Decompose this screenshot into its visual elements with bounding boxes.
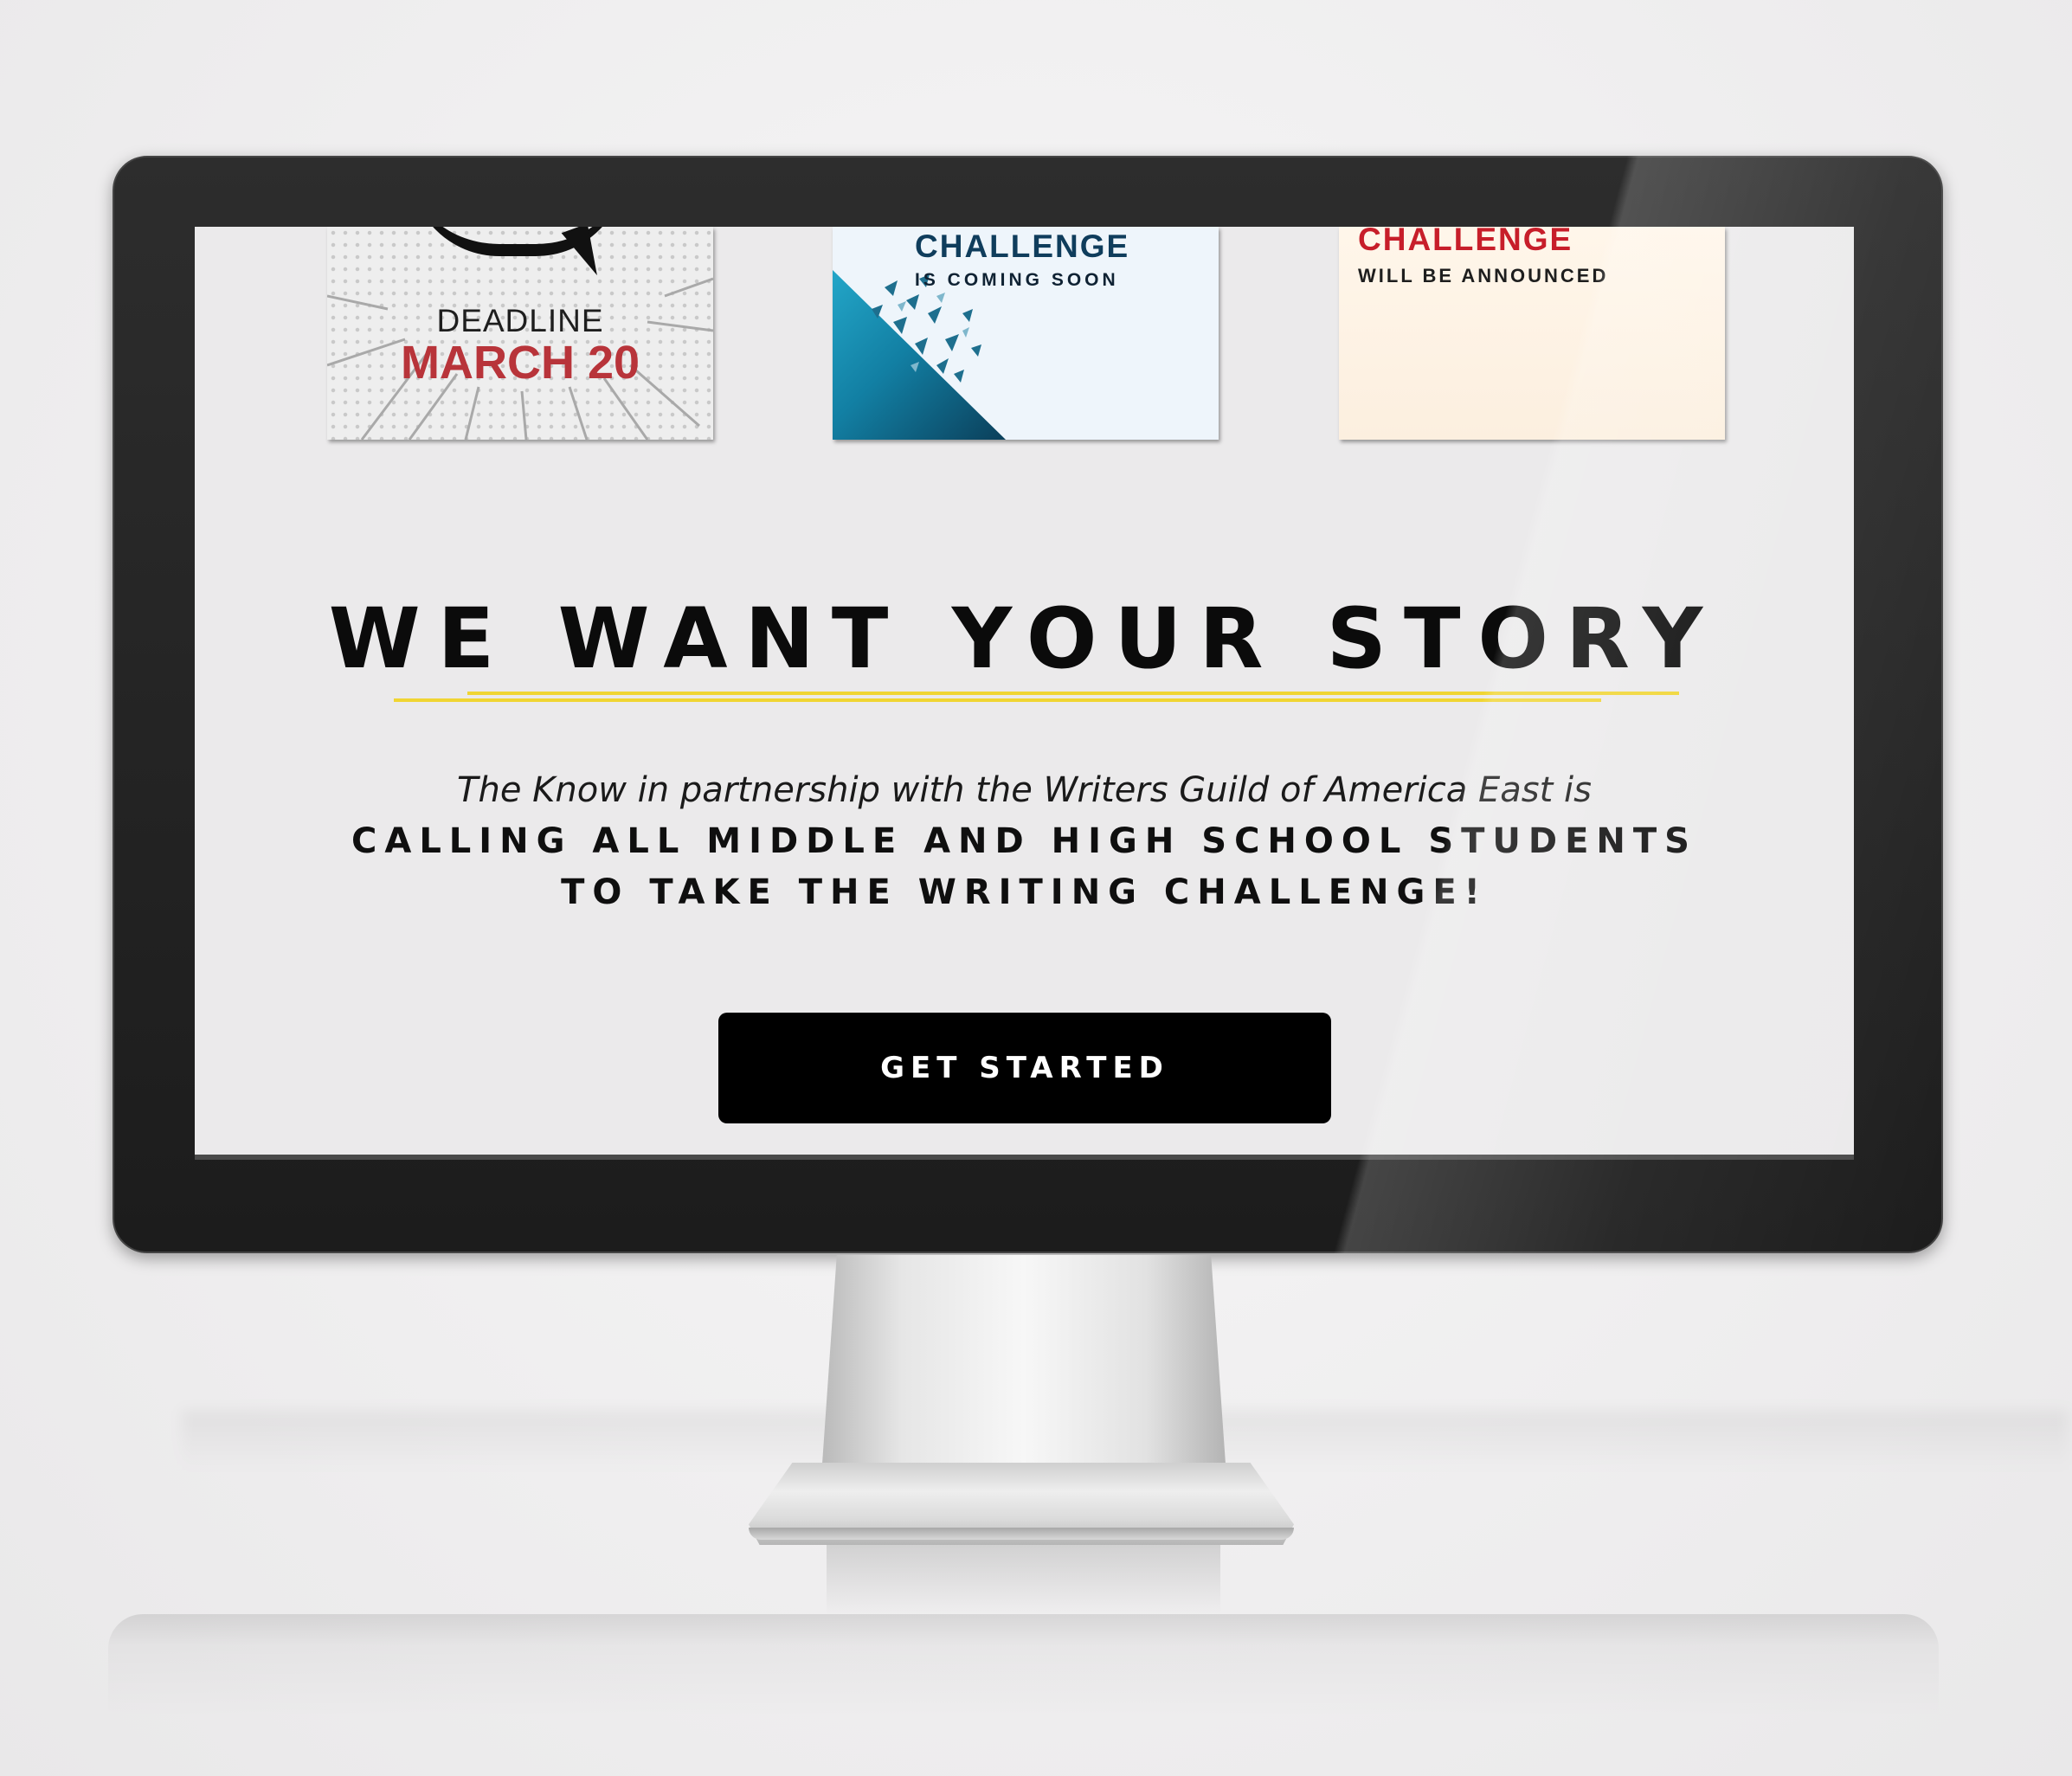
call-to-students-line-2: TO TAKE THE WRITING CHALLENGE! (561, 872, 1488, 912)
get-started-button[interactable]: GET STARTED (718, 1013, 1331, 1123)
stand-reflection (827, 1545, 1220, 1614)
deadline-date: MARCH 20 (400, 337, 640, 389)
challenge-title: CHALLENGE (915, 228, 1130, 264)
call-to-students-line-1: CALLING ALL MIDDLE AND HIGH SCHOOL STUDE… (351, 821, 1697, 861)
headline-underline-accent (467, 692, 1679, 695)
challenge-announced-card[interactable]: CHALLENGE WILL BE ANNOUNCED (1339, 227, 1725, 440)
intro-text: The Know in partnership with the Writers… (457, 770, 1592, 810)
floor-reflection (108, 1614, 1939, 1718)
challenge-subtitle: IS COMING SOON (915, 270, 1119, 290)
challenge-subtitle: WILL BE ANNOUNCED (1358, 265, 1609, 286)
challenge-title: CHALLENGE (1358, 227, 1573, 257)
deadline-label: DEADLINE (436, 303, 604, 338)
monitor-stand-base-edge (749, 1528, 1294, 1540)
challenge-coming-soon-card[interactable]: CHALLENGE IS COMING SOON (833, 227, 1219, 440)
headline-underline (394, 698, 1601, 702)
monitor-screen: DEADLINE MARCH 20 CHALLENGE IS COMING SO… (195, 227, 1854, 1160)
monitor-stand-neck (820, 1255, 1227, 1489)
deadline-card[interactable]: DEADLINE MARCH 20 (327, 227, 713, 440)
page-headline: WE WANT YOUR STORY (328, 590, 1721, 687)
